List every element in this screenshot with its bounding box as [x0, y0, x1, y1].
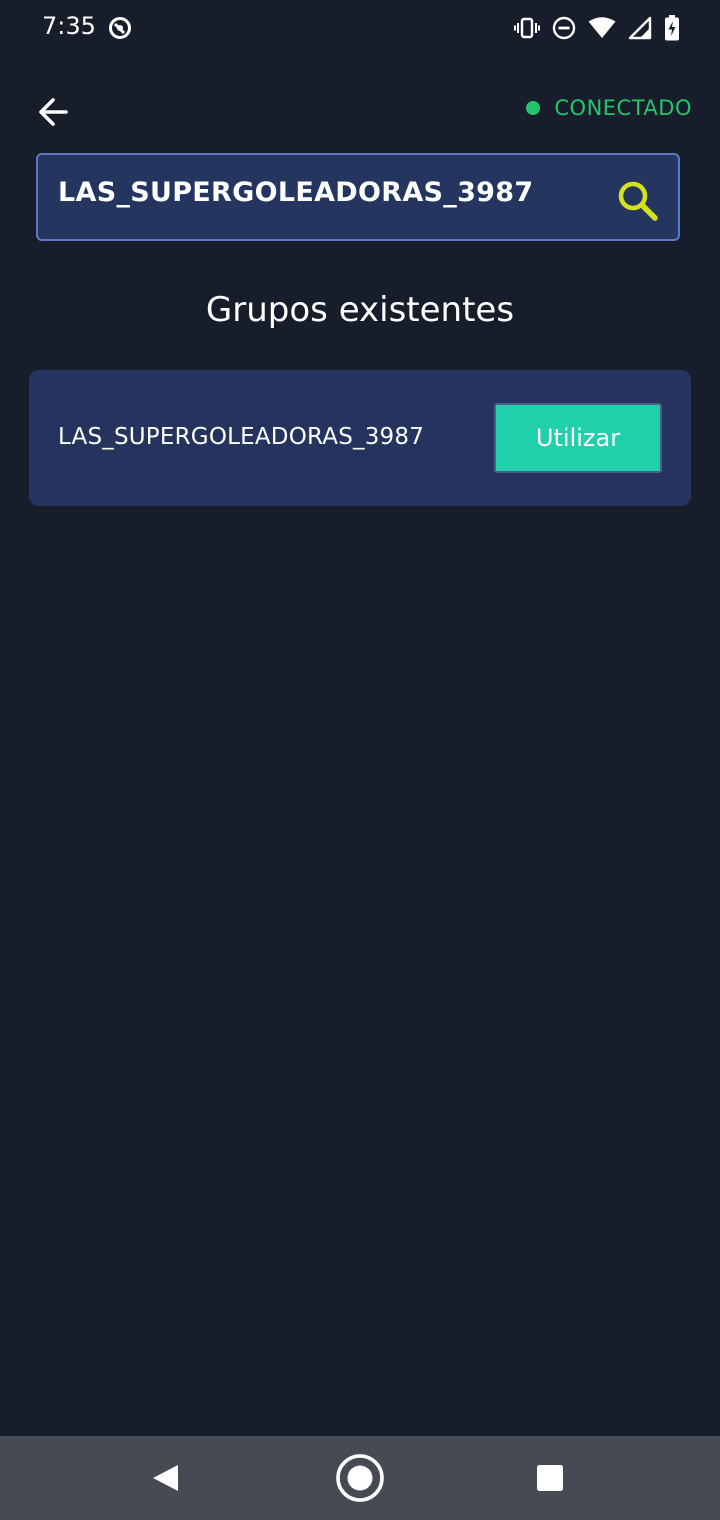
connection-status-label: CONECTADO	[554, 96, 692, 120]
do-not-disturb-icon	[552, 16, 576, 40]
arrow-left-icon	[39, 98, 68, 126]
nav-recents-icon[interactable]	[537, 1465, 563, 1491]
back-button[interactable]	[34, 92, 74, 132]
navigation-bar	[0, 1436, 720, 1520]
use-group-button[interactable]: Utilizar	[494, 403, 662, 473]
status-time: 7:35	[42, 12, 96, 40]
connection-status-dot	[526, 101, 541, 115]
status-bar: 7:35	[0, 0, 720, 56]
wifi-icon	[588, 17, 616, 38]
screen: 7:35 CONECTADO LAS_SUPERGOLEADORAS_3987 …	[0, 0, 720, 1520]
group-card: LAS_SUPERGOLEADORAS_3987 Utilizar	[29, 370, 691, 506]
group-name: LAS_SUPERGOLEADORAS_3987	[58, 424, 425, 450]
section-title: Grupos existentes	[205, 290, 515, 330]
vibrate-icon	[514, 17, 540, 39]
connection-status: CONECTADO	[526, 96, 692, 120]
cell-signal-icon	[628, 16, 652, 40]
search-icon[interactable]	[616, 179, 660, 223]
nav-home-icon[interactable]	[335, 1453, 385, 1503]
status-icons	[514, 14, 680, 42]
battery-charging-icon	[665, 15, 679, 41]
nav-back-icon[interactable]	[150, 1462, 182, 1494]
app-notification-icon	[109, 17, 131, 39]
group-search-value[interactable]: LAS_SUPERGOLEADORAS_3987	[58, 177, 533, 208]
group-search-input[interactable]: LAS_SUPERGOLEADORAS_3987	[36, 153, 680, 241]
